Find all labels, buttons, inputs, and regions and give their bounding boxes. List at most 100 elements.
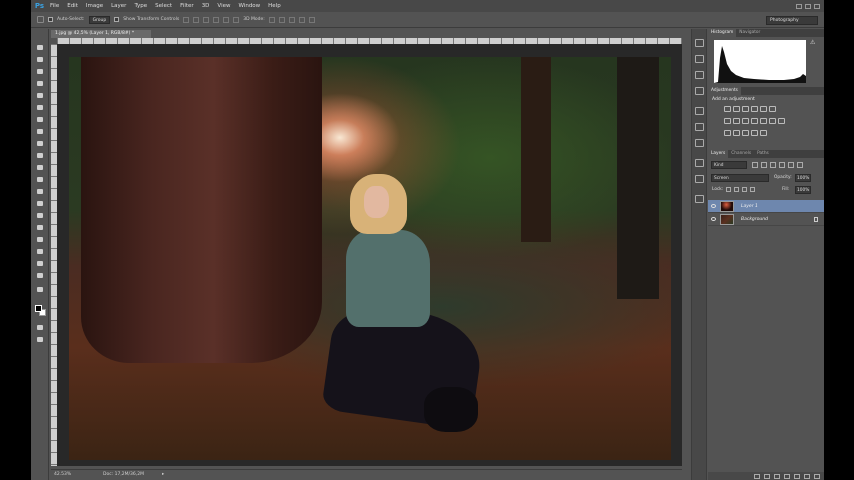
color-lookup-icon[interactable] xyxy=(769,118,776,124)
tab-channels[interactable]: Channels xyxy=(728,150,754,158)
brush-presets-panel-icon[interactable] xyxy=(695,139,704,147)
tab-paths[interactable]: Paths xyxy=(754,150,772,158)
status-menu-arrow[interactable]: ▸ xyxy=(162,470,164,480)
grid-icon[interactable] xyxy=(778,118,785,124)
exposure-icon[interactable] xyxy=(751,106,758,112)
lock-all-icon[interactable] xyxy=(750,187,755,192)
align-middle-icon[interactable] xyxy=(193,16,200,23)
3d-scale-icon[interactable] xyxy=(308,16,315,23)
layer-row-layer-1[interactable]: Layer 1 xyxy=(708,200,824,213)
maximize-icon[interactable] xyxy=(805,3,811,9)
align-top-icon[interactable] xyxy=(183,16,190,23)
paragraph-panel-icon[interactable] xyxy=(695,175,704,183)
eye-icon[interactable] xyxy=(711,217,716,221)
filter-toggle-icon[interactable] xyxy=(797,162,803,168)
3d-rotate-icon[interactable] xyxy=(268,16,275,23)
screen-mode-icon[interactable] xyxy=(35,335,45,344)
properties-panel-icon[interactable] xyxy=(695,107,704,115)
menu-view[interactable]: View xyxy=(213,0,234,12)
tab-histogram[interactable]: Histogram xyxy=(708,29,737,37)
gradient-map-icon[interactable] xyxy=(751,130,758,136)
move-tool-icon[interactable] xyxy=(35,43,45,52)
dodge-tool-icon[interactable] xyxy=(35,199,45,208)
shape-tool-icon[interactable] xyxy=(35,247,45,256)
blur-tool-icon[interactable] xyxy=(35,187,45,196)
styles-panel-icon[interactable] xyxy=(695,195,704,203)
add-mask-icon[interactable] xyxy=(774,473,780,479)
quick-mask-icon[interactable] xyxy=(35,323,45,332)
transform-controls-checkbox[interactable] xyxy=(114,17,120,22)
history-panel-icon[interactable] xyxy=(695,39,704,47)
hand-tool-icon[interactable] xyxy=(35,259,45,268)
zoom-tool-icon[interactable] xyxy=(35,271,45,280)
clone-stamp-tool-icon[interactable] xyxy=(35,139,45,148)
3d-roll-icon[interactable] xyxy=(278,16,285,23)
marquee-tool-icon[interactable] xyxy=(35,55,45,64)
foreground-color-swatch[interactable] xyxy=(35,305,42,312)
tab-layers[interactable]: Layers xyxy=(708,150,729,158)
pixel-filter-icon[interactable] xyxy=(752,162,758,168)
menu-3d[interactable]: 3D xyxy=(198,0,214,12)
layer-name[interactable]: Background xyxy=(741,213,768,226)
type-tool-icon[interactable] xyxy=(35,223,45,232)
close-icon[interactable] xyxy=(814,3,820,9)
workspace-dropdown[interactable]: Photography xyxy=(766,16,818,25)
brightness-contrast-icon[interactable] xyxy=(724,106,731,112)
3d-pan-icon[interactable] xyxy=(288,16,295,23)
auto-select-checkbox[interactable] xyxy=(48,17,53,22)
gradient-tool-icon[interactable] xyxy=(35,175,45,184)
lock-icon[interactable] xyxy=(814,217,818,222)
black-white-icon[interactable] xyxy=(742,118,749,124)
menu-layer[interactable]: Layer xyxy=(107,0,130,12)
blend-mode-dropdown[interactable]: Screen xyxy=(711,174,769,182)
history-brush-tool-icon[interactable] xyxy=(35,151,45,160)
menu-image[interactable]: Image xyxy=(82,0,107,12)
layer-style-icon[interactable] xyxy=(764,473,770,479)
actions-panel-icon[interactable] xyxy=(695,55,704,63)
invert-icon[interactable] xyxy=(724,130,731,136)
menu-window[interactable]: Window xyxy=(234,0,264,12)
curves-icon[interactable] xyxy=(742,106,749,112)
menu-select[interactable]: Select xyxy=(151,0,176,12)
adjustment-filter-icon[interactable] xyxy=(761,162,767,168)
vibrance-icon[interactable] xyxy=(760,106,767,112)
levels-icon[interactable] xyxy=(733,106,740,112)
layer-row-background[interactable]: Background xyxy=(708,213,824,226)
link-layers-icon[interactable] xyxy=(754,473,760,479)
layer-name[interactable]: Layer 1 xyxy=(741,200,758,213)
path-selection-tool-icon[interactable] xyxy=(35,235,45,244)
color-balance-icon[interactable] xyxy=(733,118,740,124)
shape-filter-icon[interactable] xyxy=(779,162,785,168)
new-group-icon[interactable] xyxy=(794,473,800,479)
tab-adjustments[interactable]: Adjustments xyxy=(708,87,741,95)
move-tool-preset-icon[interactable] xyxy=(37,16,44,23)
character-panel-icon[interactable] xyxy=(695,159,704,167)
lock-transparency-icon[interactable] xyxy=(726,187,731,192)
swatches-panel-icon[interactable] xyxy=(695,87,704,95)
type-filter-icon[interactable] xyxy=(770,162,776,168)
delete-layer-icon[interactable] xyxy=(814,473,820,479)
hue-saturation-icon[interactable] xyxy=(724,118,731,124)
eye-icon[interactable] xyxy=(711,204,716,208)
auto-select-dropdown[interactable]: Group xyxy=(88,15,111,24)
crop-tool-icon[interactable] xyxy=(35,91,45,100)
healing-brush-tool-icon[interactable] xyxy=(35,115,45,124)
menu-type[interactable]: Type xyxy=(130,0,151,12)
lock-position-icon[interactable] xyxy=(742,187,747,192)
new-adjustment-layer-icon[interactable] xyxy=(784,473,790,479)
layer-thumbnail[interactable] xyxy=(720,214,734,225)
zoom-level[interactable]: 42.53% xyxy=(54,470,71,480)
align-bottom-icon[interactable] xyxy=(203,16,210,23)
menu-help[interactable]: Help xyxy=(264,0,285,12)
gradient-triangle-icon[interactable] xyxy=(769,106,776,112)
menu-file[interactable]: File xyxy=(46,0,63,12)
document-tab[interactable]: 1.jpg @ 42,5% (Layer 1, RGB/8#) * xyxy=(51,30,151,38)
eyedropper-tool-icon[interactable] xyxy=(35,103,45,112)
minimize-icon[interactable] xyxy=(796,3,802,9)
selective-color-icon[interactable] xyxy=(760,130,767,136)
photo-filter-icon[interactable] xyxy=(751,118,758,124)
warning-icon[interactable]: ⚠ xyxy=(810,40,816,46)
new-layer-icon[interactable] xyxy=(804,473,810,479)
align-right-icon[interactable] xyxy=(233,16,240,23)
smart-object-filter-icon[interactable] xyxy=(788,162,794,168)
